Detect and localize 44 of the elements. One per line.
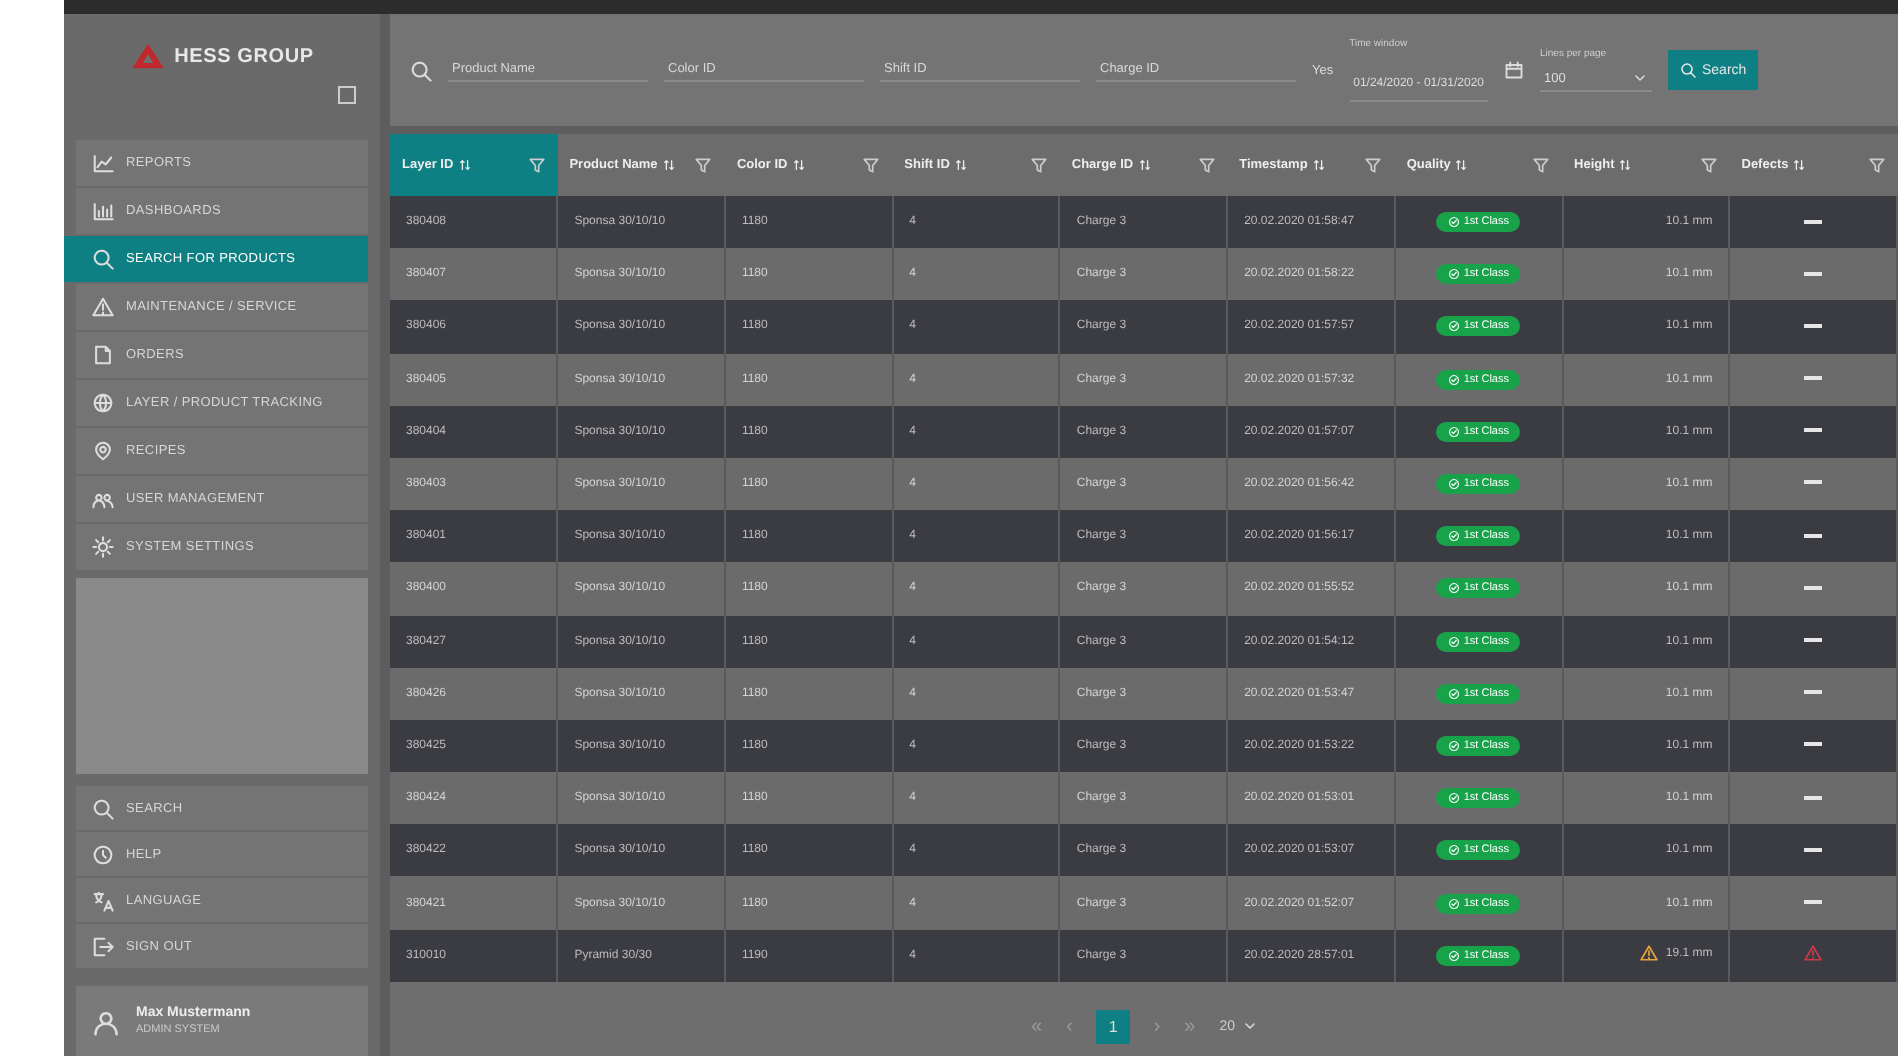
users-icon — [92, 488, 114, 510]
globe-icon — [92, 392, 114, 414]
warning-icon — [92, 296, 114, 318]
page-button[interactable]: 1 — [1096, 1009, 1130, 1043]
filter-icon[interactable] — [1364, 156, 1383, 174]
filter-icon[interactable] — [862, 156, 881, 174]
caret-icon — [1632, 70, 1648, 86]
chart-icon — [92, 152, 114, 174]
page-link[interactable]: « — [1030, 1015, 1043, 1037]
logo-icon — [130, 42, 167, 70]
logo-text: HESS GROUP — [174, 45, 314, 67]
filter-icon[interactable] — [1029, 156, 1048, 174]
sort-icon[interactable] — [1137, 158, 1152, 172]
filter-icon[interactable] — [694, 156, 713, 174]
translate-icon — [92, 889, 114, 911]
document-icon — [92, 344, 114, 366]
sort-icon[interactable] — [1454, 158, 1469, 172]
user-icon — [92, 1007, 120, 1035]
sort-icon[interactable] — [661, 158, 676, 172]
caret-icon — [1241, 1018, 1258, 1034]
sort-icon[interactable] — [1618, 158, 1633, 172]
location-pin-icon — [92, 440, 114, 462]
calendar-icon[interactable] — [1504, 60, 1524, 80]
sort-icon[interactable] — [1311, 158, 1326, 172]
search-icon — [410, 59, 432, 81]
search-icon — [92, 797, 114, 819]
filter-icon[interactable] — [1197, 156, 1216, 174]
filter-icon[interactable] — [527, 156, 546, 174]
bar-chart-icon — [92, 200, 114, 222]
sort-icon[interactable] — [1792, 158, 1807, 172]
sort-icon[interactable] — [953, 158, 968, 172]
page-link[interactable]: » — [1184, 1015, 1196, 1037]
sort-icon[interactable] — [457, 158, 472, 172]
filter-icon[interactable] — [1532, 156, 1551, 174]
clock-icon — [92, 843, 114, 865]
sort-icon[interactable] — [791, 158, 806, 172]
filter-icon[interactable] — [1699, 156, 1718, 174]
page-link[interactable]: › — [1153, 1015, 1161, 1037]
sign-out-icon — [92, 935, 114, 957]
search-icon — [1680, 62, 1696, 78]
filter-icon[interactable] — [1867, 156, 1885, 174]
page-link[interactable]: ‹ — [1066, 1015, 1073, 1037]
collapse-icon[interactable] — [338, 86, 356, 104]
search-icon — [92, 248, 114, 270]
